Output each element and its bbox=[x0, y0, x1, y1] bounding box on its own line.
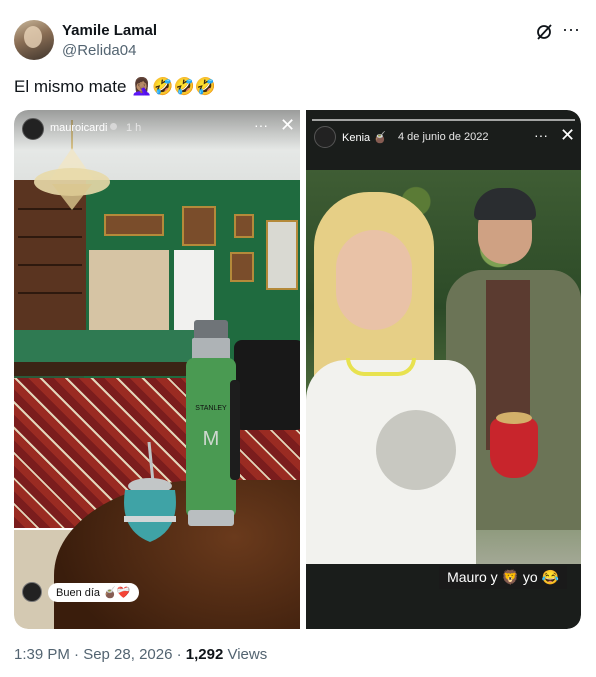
red-mate-icon bbox=[490, 412, 538, 478]
selfie-photo bbox=[306, 170, 581, 564]
painting bbox=[104, 214, 164, 236]
reply-bubble: Buen día 🧉❤️‍🩹 bbox=[48, 582, 139, 602]
more-icon[interactable]: ··· bbox=[560, 20, 582, 42]
story-more-icon-right[interactable]: ··· bbox=[534, 128, 548, 142]
story-close-icon-left[interactable]: ✕ bbox=[280, 116, 295, 134]
media-grid: STANLEY M mauroicardi 1 h ··· ✕ Buen día… bbox=[14, 110, 581, 629]
woman-face bbox=[336, 230, 412, 330]
story-reply-left: Buen día 🧉❤️‍🩹 bbox=[22, 580, 149, 604]
painting bbox=[182, 206, 216, 246]
svg-text:STANLEY: STANLEY bbox=[195, 405, 227, 412]
grok-icon[interactable] bbox=[534, 22, 554, 42]
story-close-icon-right[interactable]: ✕ bbox=[560, 126, 575, 144]
author-name[interactable]: Yamile Lamal bbox=[62, 22, 157, 39]
painting bbox=[234, 214, 254, 238]
svg-text:M: M bbox=[203, 428, 220, 450]
tweet-text: El mismo mate 🤦🏽‍♀️🤣🤣🤣 bbox=[14, 77, 216, 96]
painting bbox=[230, 252, 254, 282]
story-time-left: 1 h bbox=[126, 122, 142, 134]
pool-table-edge bbox=[14, 362, 194, 376]
story-avatar-left[interactable] bbox=[22, 118, 44, 140]
story-username-right[interactable]: Kenia 🧉 bbox=[342, 131, 387, 144]
views-label: Views bbox=[223, 646, 268, 663]
story-progress-bar bbox=[312, 119, 575, 121]
tweet-timestamp[interactable]: 1:39 PM · Sep 28, 2026 · bbox=[14, 646, 186, 663]
story-avatar-right[interactable] bbox=[314, 126, 336, 148]
story-caption: Mauro y 🦁 yo 😂 bbox=[439, 566, 567, 589]
author-handle[interactable]: @Relida04 bbox=[62, 42, 136, 59]
shirt-print bbox=[376, 410, 456, 490]
story-image-left[interactable]: STANLEY M mauroicardi 1 h ··· ✕ Buen día… bbox=[14, 110, 300, 629]
reply-avatar bbox=[22, 582, 42, 602]
mate-gourd-icon bbox=[124, 442, 176, 542]
stanley-thermos-icon: STANLEY M bbox=[186, 320, 240, 526]
painting bbox=[266, 220, 298, 290]
story-username-left-text: mauroicardi bbox=[50, 122, 108, 134]
story-image-right[interactable]: Kenia 🧉 4 de junio de 2022 ··· ✕ Mauro y… bbox=[306, 110, 581, 629]
verified-icon bbox=[110, 123, 118, 130]
story-date-right: 4 de junio de 2022 bbox=[398, 131, 489, 143]
leather-chair bbox=[234, 340, 300, 430]
shirt-collar bbox=[346, 358, 416, 376]
author-avatar[interactable] bbox=[14, 20, 54, 60]
story-more-icon-left[interactable]: ··· bbox=[254, 118, 268, 132]
views-count: 1,292 bbox=[185, 646, 224, 663]
story-username-left[interactable]: mauroicardi bbox=[50, 122, 118, 134]
pool-table bbox=[14, 330, 194, 364]
tweet-header: Yamile Lamal @Relida04 ··· bbox=[14, 20, 582, 64]
tweet-meta: 1:39 PM · Sep 28, 2026 · 1,292 Views bbox=[14, 646, 267, 663]
